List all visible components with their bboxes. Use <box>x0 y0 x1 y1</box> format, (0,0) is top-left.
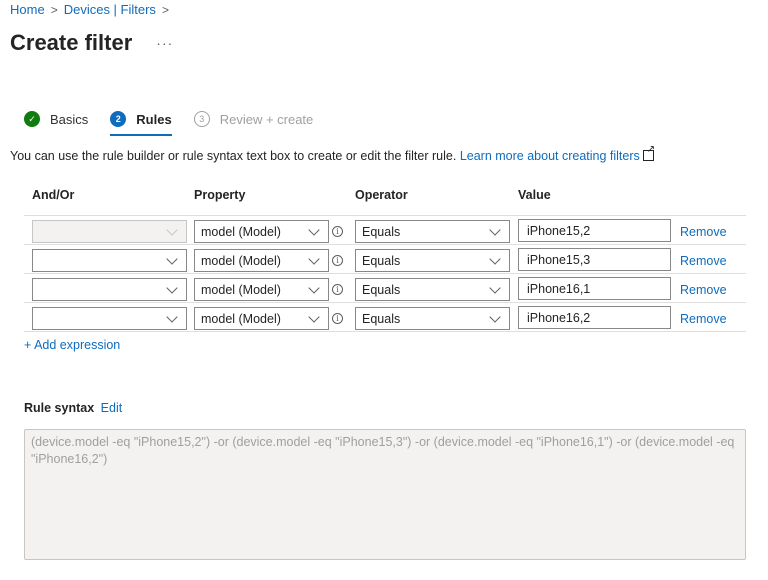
property-dropdown[interactable]: model (Model) <box>194 307 329 330</box>
header-property: Property <box>194 188 246 202</box>
breadcrumb-separator: > <box>161 2 169 17</box>
rule-syntax-heading: Rule syntax Edit <box>24 401 122 415</box>
andor-dropdown[interactable] <box>32 278 187 301</box>
header-andor: And/Or <box>32 188 75 202</box>
rule-syntax-title: Rule syntax <box>24 401 95 415</box>
more-options-button[interactable]: ··· <box>156 35 173 51</box>
table-header: And/Or Property Operator Value <box>24 188 746 216</box>
operator-dropdown[interactable]: Equals <box>355 220 510 243</box>
info-icon[interactable]: i <box>332 226 343 237</box>
property-value: model (Model) <box>201 224 281 239</box>
rule-syntax-edit-link[interactable]: Edit <box>101 401 123 415</box>
operator-value: Equals <box>362 224 401 239</box>
breadcrumb-separator: > <box>50 2 58 17</box>
property-value: model (Model) <box>201 253 281 268</box>
chevron-down-icon <box>489 223 501 236</box>
page-title-row: Create filter ··· <box>10 30 173 56</box>
property-value: model (Model) <box>201 282 281 297</box>
external-link-icon <box>642 144 655 161</box>
table-row: model (Model) i Equals iPhone15,2 Remove <box>24 216 746 245</box>
rules-table: And/Or Property Operator Value model (Mo… <box>24 188 746 332</box>
step-label: Basics <box>50 111 89 127</box>
table-row: model (Model) i Equals iPhone15,3 Remove <box>24 245 746 274</box>
chevron-down-icon <box>166 223 178 236</box>
operator-value: Equals <box>362 311 401 326</box>
property-dropdown[interactable]: model (Model) <box>194 249 329 272</box>
chevron-down-icon <box>166 281 178 294</box>
header-value: Value <box>518 188 551 202</box>
learn-more-link[interactable]: Learn more about creating filters <box>460 149 640 163</box>
remove-link[interactable]: Remove <box>680 283 727 297</box>
table-row: model (Model) i Equals iPhone16,1 Remove <box>24 274 746 303</box>
info-icon[interactable]: i <box>332 284 343 295</box>
chevron-down-icon <box>166 252 178 265</box>
chevron-down-icon <box>308 310 320 323</box>
andor-dropdown[interactable] <box>32 220 187 243</box>
step-label: Review + create <box>219 111 314 127</box>
value-input[interactable]: iPhone16,1 <box>518 277 671 300</box>
breadcrumb-devices-filters[interactable]: Devices | Filters <box>64 2 156 17</box>
step-rules[interactable]: 2 Rules <box>110 108 173 136</box>
page-title: Create filter <box>10 30 133 55</box>
breadcrumb-home[interactable]: Home <box>10 2 45 17</box>
info-icon[interactable]: i <box>332 313 343 324</box>
step-basics[interactable]: ✓ Basics <box>24 108 88 130</box>
rules-description: You can use the rule builder or rule syn… <box>10 144 655 163</box>
rule-syntax-textbox[interactable]: (device.model -eq "iPhone15,2") -or (dev… <box>24 429 746 560</box>
value-input[interactable]: iPhone15,2 <box>518 219 671 242</box>
chevron-down-icon <box>308 252 320 265</box>
checkmark-icon: ✓ <box>24 111 40 127</box>
wizard-steps: ✓ Basics 2 Rules 3 Review + create <box>24 108 335 136</box>
info-icon[interactable]: i <box>332 255 343 266</box>
description-text: You can use the rule builder or rule syn… <box>10 149 457 163</box>
chevron-down-icon <box>489 281 501 294</box>
add-expression-link[interactable]: + Add expression <box>24 338 120 352</box>
chevron-down-icon <box>308 223 320 236</box>
operator-dropdown[interactable]: Equals <box>355 307 510 330</box>
remove-link[interactable]: Remove <box>680 312 727 326</box>
andor-dropdown[interactable] <box>32 249 187 272</box>
value-input[interactable]: iPhone15,3 <box>518 248 671 271</box>
remove-link[interactable]: Remove <box>680 225 727 239</box>
operator-value: Equals <box>362 282 401 297</box>
operator-value: Equals <box>362 253 401 268</box>
value-input[interactable]: iPhone16,2 <box>518 306 671 329</box>
property-dropdown[interactable]: model (Model) <box>194 278 329 301</box>
chevron-down-icon <box>489 252 501 265</box>
step-number-icon: 2 <box>110 111 127 127</box>
step-label: Rules <box>136 111 172 127</box>
operator-dropdown[interactable]: Equals <box>355 278 510 301</box>
table-row: model (Model) i Equals iPhone16,2 Remove <box>24 303 746 332</box>
breadcrumb: Home > Devices | Filters > <box>10 2 169 17</box>
header-operator: Operator <box>355 188 408 202</box>
property-dropdown[interactable]: model (Model) <box>194 220 329 243</box>
chevron-down-icon <box>166 310 178 323</box>
step-review-create[interactable]: 3 Review + create <box>193 108 314 130</box>
property-value: model (Model) <box>201 311 281 326</box>
step-number-icon: 3 <box>193 111 210 127</box>
andor-dropdown[interactable] <box>32 307 187 330</box>
remove-link[interactable]: Remove <box>680 254 727 268</box>
operator-dropdown[interactable]: Equals <box>355 249 510 272</box>
chevron-down-icon <box>308 281 320 294</box>
chevron-down-icon <box>489 310 501 323</box>
